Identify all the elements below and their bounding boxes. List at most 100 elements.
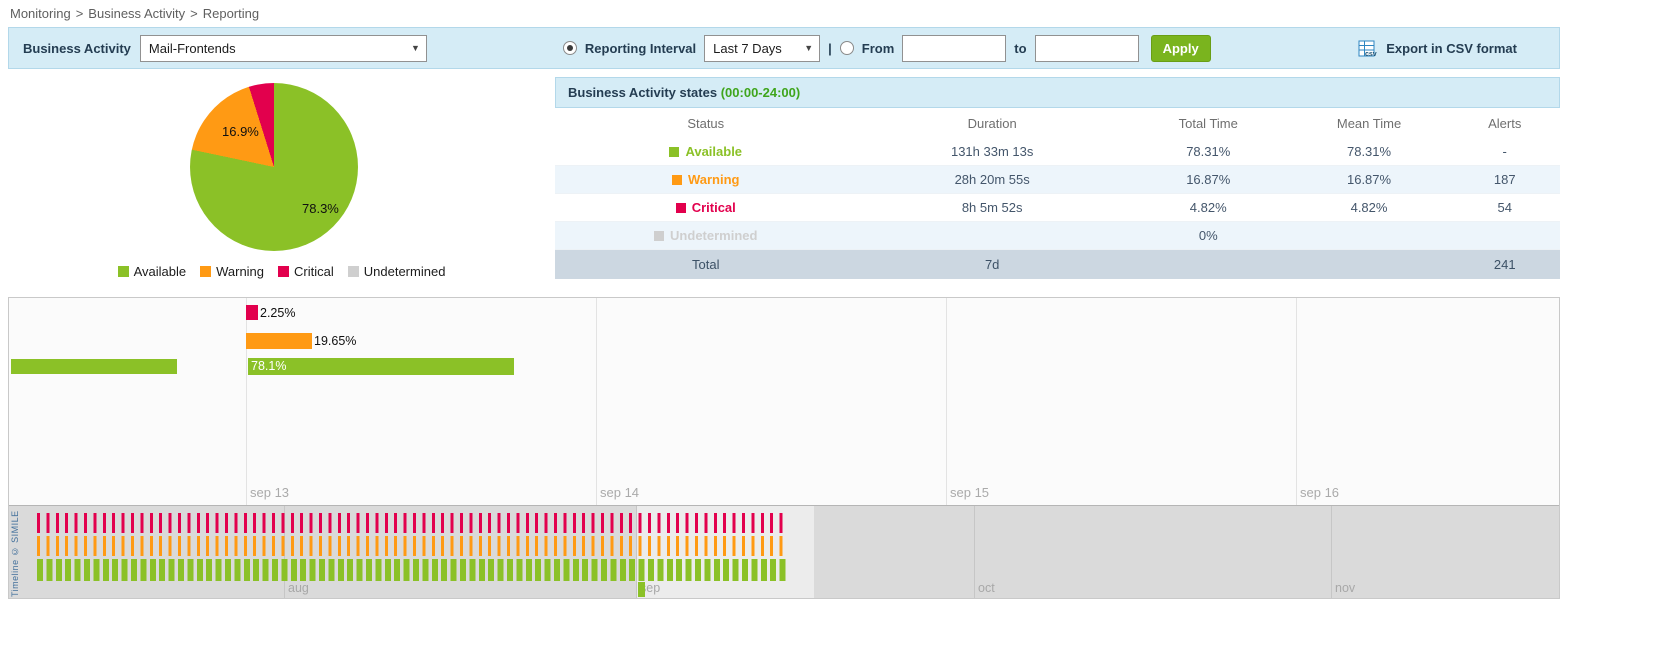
status-swatch bbox=[669, 147, 679, 157]
alerts-cell: 54 bbox=[1449, 194, 1560, 222]
total-time-cell: 78.31% bbox=[1128, 138, 1289, 166]
separator-pipe: | bbox=[828, 41, 832, 56]
to-label: to bbox=[1014, 41, 1026, 56]
month-label: oct bbox=[978, 581, 995, 595]
states-panel-header: Business Activity states (00:00-24:00) bbox=[555, 77, 1560, 108]
states-table: Status Duration Total Time Mean Time Ale… bbox=[555, 108, 1560, 279]
mean-time-cell bbox=[1289, 222, 1450, 250]
day-label: sep 16 bbox=[1300, 485, 1339, 500]
business-activity-select[interactable]: Mail-Frontends ▼ bbox=[140, 35, 427, 62]
status-swatch bbox=[654, 231, 664, 241]
col-total-time: Total Time bbox=[1128, 108, 1289, 138]
report-content: Available Warning Critical Undetermined 78.… bbox=[8, 77, 1560, 292]
legend-item-available: Available bbox=[118, 264, 187, 279]
breadcrumb: Monitoring > Business Activity > Reporting bbox=[0, 0, 1678, 27]
total-alerts-cell: 241 bbox=[1449, 250, 1560, 280]
mean-time-cell: 4.82% bbox=[1289, 194, 1450, 222]
status-label: Critical bbox=[692, 200, 736, 215]
day-gridline bbox=[1296, 298, 1297, 505]
total-duration-cell: 7d bbox=[857, 250, 1128, 280]
timeline-bar-critical bbox=[246, 305, 258, 320]
duration-cell: 131h 33m 13s bbox=[857, 138, 1128, 166]
legend-swatch bbox=[278, 266, 289, 277]
states-row-available: Available131h 33m 13s78.31%78.31%- bbox=[555, 138, 1560, 166]
timeline-bar-label: 78.1% bbox=[251, 359, 286, 374]
total-mean-time-cell bbox=[1289, 250, 1450, 280]
timeline-bar-label: 19.65% bbox=[314, 334, 356, 349]
status-swatch bbox=[672, 175, 682, 185]
day-gridline bbox=[246, 298, 247, 505]
reporting-interval-select[interactable]: Last 7 Days ▼ bbox=[704, 35, 820, 62]
mean-time-cell: 16.87% bbox=[1289, 166, 1450, 194]
timeline-credit-link[interactable]: Timeline © SIMILE bbox=[10, 509, 20, 597]
breadcrumb-separator: > bbox=[190, 6, 198, 21]
mean-time-cell: 78.31% bbox=[1289, 138, 1450, 166]
total-time-cell: 16.87% bbox=[1128, 166, 1289, 194]
to-date-input[interactable] bbox=[1035, 35, 1139, 62]
states-panel-title: Business Activity states bbox=[568, 85, 717, 100]
month-gridline bbox=[974, 506, 975, 598]
legend-label: Undetermined bbox=[364, 264, 446, 279]
status-swatch bbox=[676, 203, 686, 213]
filter-toolbar: Business Activity Mail-Frontends ▼ Repor… bbox=[8, 27, 1560, 69]
status-cell: Available bbox=[555, 138, 857, 166]
col-alerts: Alerts bbox=[1449, 108, 1560, 138]
breadcrumb-monitoring[interactable]: Monitoring bbox=[10, 6, 71, 21]
interval-group: Reporting Interval Last 7 Days ▼ | From … bbox=[563, 35, 1219, 62]
duration-cell bbox=[857, 222, 1128, 250]
total-time-cell: 0% bbox=[1128, 222, 1289, 250]
legend-item-critical: Critical bbox=[278, 264, 334, 279]
status-cell: Warning bbox=[555, 166, 857, 194]
states-header-row: Status Duration Total Time Mean Time Ale… bbox=[555, 108, 1560, 138]
business-activity-selected-value: Mail-Frontends bbox=[149, 41, 236, 56]
legend-label: Warning bbox=[216, 264, 264, 279]
month-label: aug bbox=[288, 581, 309, 595]
reporting-interval-label: Reporting Interval bbox=[585, 41, 696, 56]
duration-cell: 28h 20m 55s bbox=[857, 166, 1128, 194]
col-status: Status bbox=[555, 108, 857, 138]
day-label: sep 15 bbox=[950, 485, 989, 500]
alerts-cell: - bbox=[1449, 138, 1560, 166]
pie-data-label: 16.9% bbox=[222, 124, 259, 139]
reporting-interval-radio[interactable] bbox=[563, 41, 577, 55]
legend-swatch bbox=[200, 266, 211, 277]
availability-pie-panel: AvailableWarningCriticalUndetermined 78.… bbox=[8, 77, 555, 292]
total-total-time-cell bbox=[1128, 250, 1289, 280]
states-row-undetermined: Undetermined0% bbox=[555, 222, 1560, 250]
export-csv-link[interactable]: csv Export in CSV format bbox=[1358, 40, 1517, 57]
legend-item-warning: Warning bbox=[200, 264, 264, 279]
csv-icon: csv bbox=[1358, 40, 1379, 57]
month-gridline bbox=[1331, 506, 1332, 598]
timeline-main-band[interactable]: sep 13sep 14sep 15sep 162.25%19.65%78.1% bbox=[9, 298, 1559, 505]
month-label: nov bbox=[1335, 581, 1355, 595]
timeline-widget: sep 13sep 14sep 15sep 162.25%19.65%78.1%… bbox=[8, 297, 1560, 599]
breadcrumb-separator: > bbox=[76, 6, 84, 21]
states-total-row: Total7d241 bbox=[555, 250, 1560, 280]
chevron-down-icon: ▼ bbox=[411, 43, 420, 53]
overview-ticks-available bbox=[37, 559, 787, 581]
breadcrumb-reporting[interactable]: Reporting bbox=[203, 6, 259, 21]
apply-button[interactable]: Apply bbox=[1151, 35, 1211, 62]
col-duration: Duration bbox=[857, 108, 1128, 138]
business-activity-label: Business Activity bbox=[23, 41, 131, 56]
reporting-interval-selected-value: Last 7 Days bbox=[713, 41, 782, 56]
states-time-window: (00:00-24:00) bbox=[721, 85, 801, 100]
custom-range-radio[interactable] bbox=[840, 41, 854, 55]
from-date-input[interactable] bbox=[902, 35, 1006, 62]
legend-label: Available bbox=[134, 264, 187, 279]
states-row-critical: Critical8h 5m 52s4.82%4.82%54 bbox=[555, 194, 1560, 222]
timeline-bar-warning bbox=[246, 333, 312, 349]
alerts-cell bbox=[1449, 222, 1560, 250]
breadcrumb-business-activity[interactable]: Business Activity bbox=[88, 6, 185, 21]
now-marker bbox=[638, 582, 645, 597]
day-gridline bbox=[946, 298, 947, 505]
timeline-overview-band[interactable]: Timeline © SIMILE augsepoctnov bbox=[9, 505, 1559, 598]
legend-label: Critical bbox=[294, 264, 334, 279]
from-label: From bbox=[862, 41, 895, 56]
legend-item-undetermined: Undetermined bbox=[348, 264, 446, 279]
timeline-bar-available-previous-window bbox=[11, 359, 177, 374]
total-time-cell: 4.82% bbox=[1128, 194, 1289, 222]
svg-text:csv: csv bbox=[1365, 51, 1377, 57]
day-gridline bbox=[596, 298, 597, 505]
status-label: Warning bbox=[688, 172, 740, 187]
